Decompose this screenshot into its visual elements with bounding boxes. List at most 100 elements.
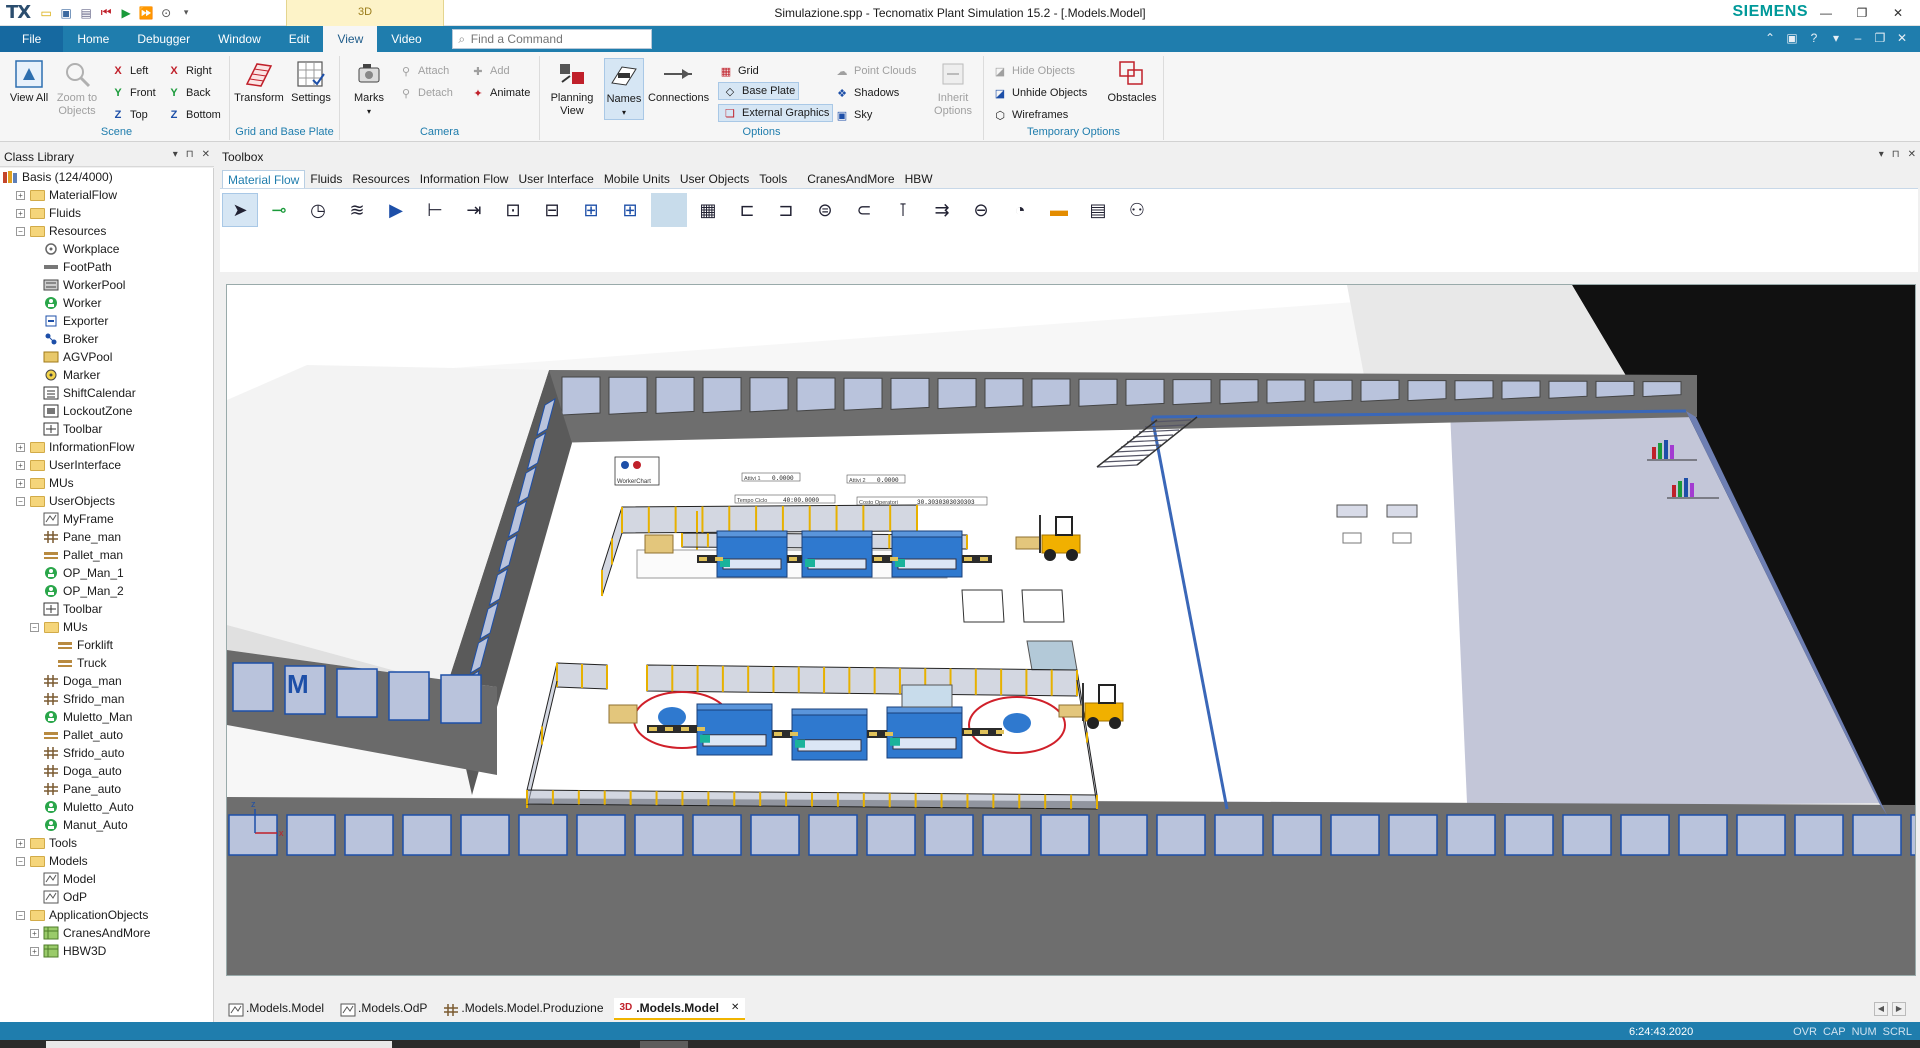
tree-item-truck[interactable]: Truck	[44, 654, 107, 672]
tree-item-marker[interactable]: Marker	[30, 366, 100, 384]
grid-option-button[interactable]: ▦ Grid	[718, 62, 759, 80]
worker-chart-sign[interactable]: WorkerChart	[614, 456, 660, 486]
command-search-input[interactable]	[470, 32, 641, 46]
tree-item-fluids[interactable]: + Fluids	[16, 204, 81, 222]
interface-icon[interactable]: ▶	[378, 193, 414, 227]
hide-objects-button[interactable]: ◪ Hide Objects	[992, 62, 1075, 80]
tree-item-agvpool[interactable]: AGVPool	[30, 348, 112, 366]
new-icon[interactable]: ▭	[38, 5, 54, 21]
tree-item-models[interactable]: − Models	[16, 852, 88, 870]
expand-icon[interactable]: +	[30, 946, 39, 956]
collapse-ribbon-icon[interactable]: ⌃	[1762, 30, 1778, 46]
tree-item-forklift[interactable]: Forklift	[44, 636, 113, 654]
tree-item-sfrido-man[interactable]: Sfrido_man	[30, 690, 124, 708]
names-button[interactable]: Names ▾	[604, 58, 644, 120]
wireframes-button[interactable]: ⬡ Wireframes	[992, 106, 1068, 124]
external-graphics-button[interactable]: ❏ External Graphics	[718, 104, 834, 122]
collapse-icon[interactable]: −	[30, 622, 39, 632]
attach-button[interactable]: ⚲ Attach	[398, 62, 449, 80]
drain-icon[interactable]: ⇥	[456, 193, 492, 227]
minimize-icon[interactable]: —	[1808, 0, 1844, 26]
toolbox-tab-fluids[interactable]: Fluids	[305, 170, 347, 188]
tree-item-pallet-man[interactable]: Pallet_man	[30, 546, 123, 564]
top-view-button[interactable]: Z Top	[110, 106, 148, 124]
left-view-button[interactable]: X Left	[110, 62, 148, 80]
tree-item-hbw3d[interactable]: + HBW3D	[30, 942, 106, 960]
tree-item-shiftcalendar[interactable]: ShiftCalendar	[30, 384, 136, 402]
step-icon[interactable]: ⊙	[158, 5, 174, 21]
hierarchy-icon[interactable]: ⚇	[1119, 193, 1155, 227]
expand-icon[interactable]: +	[30, 928, 39, 938]
unhide-objects-button[interactable]: ◪ Unhide Objects	[992, 84, 1087, 102]
tree-item-broker[interactable]: Broker	[30, 330, 98, 348]
line-icon[interactable]: ⊂	[846, 193, 882, 227]
expand-icon[interactable]: +	[16, 460, 25, 470]
dismantle-icon[interactable]: ⊞	[612, 193, 648, 227]
monitor-icon[interactable]: ▣	[1784, 30, 1800, 46]
sky-button[interactable]: ▣ Sky	[834, 106, 873, 124]
tree-item-materialflow[interactable]: + MaterialFlow	[16, 186, 117, 204]
panel-menu-icon[interactable]: ▾	[173, 149, 178, 160]
toolbox-tab-information-flow[interactable]: Information Flow	[415, 170, 514, 188]
tree-item-worker[interactable]: Worker	[30, 294, 101, 312]
placebuffer-icon[interactable]: ⊐	[768, 193, 804, 227]
reset-icon[interactable]: ⏮	[98, 5, 114, 21]
parallelproc-icon[interactable]: ⊟	[534, 193, 570, 227]
tree-item-op-man-1[interactable]: OP_Man_1	[30, 564, 124, 582]
track-icon[interactable]: ⇉	[924, 193, 960, 227]
tree-item-pane-auto[interactable]: Pane_auto	[30, 780, 121, 798]
point-clouds-button[interactable]: ☁ Point Clouds	[834, 62, 917, 80]
obstacles-button[interactable]: Obstacles	[1104, 58, 1160, 105]
save-icon[interactable]: ▣	[58, 5, 74, 21]
tab-view[interactable]: View	[323, 26, 378, 52]
shadows-button[interactable]: ❖ Shadows	[834, 84, 899, 102]
restore-icon[interactable]: ❐	[1844, 0, 1880, 26]
front-view-button[interactable]: Y Front	[110, 84, 155, 102]
detach-button[interactable]: ⚲ Detach	[398, 84, 453, 102]
turnplate-icon[interactable]: ◔	[1002, 193, 1038, 227]
tree-item-muletto-auto[interactable]: Muletto_Auto	[30, 798, 134, 816]
frame-icon[interactable]: ≋	[339, 193, 375, 227]
help-icon[interactable]: ?	[1806, 30, 1822, 46]
close-icon[interactable]: ✕	[1880, 0, 1916, 26]
tree-item-resources[interactable]: − Resources	[16, 222, 106, 240]
document-tab[interactable]: .Models.OdP	[334, 998, 433, 1020]
angular-converter-icon[interactable]: ⊺	[885, 193, 921, 227]
tree-item-applicationobjects[interactable]: − ApplicationObjects	[16, 906, 148, 924]
panel-close-icon[interactable]: ✕	[202, 149, 210, 160]
connections-button[interactable]: Connections	[648, 58, 709, 105]
toolbox-tab-tools[interactable]: Tools	[754, 170, 792, 188]
tree-item-informationflow[interactable]: + InformationFlow	[16, 438, 134, 456]
factory-scene[interactable]: M WorkerChart Attivi 1 0.0000 Attivi 2 0…	[227, 285, 1916, 976]
tree-item-muletto-man[interactable]: Muletto_Man	[30, 708, 132, 726]
source-icon[interactable]: ⊢	[417, 193, 453, 227]
ribbon-close-icon[interactable]: ✕	[1894, 30, 1910, 46]
inherit-options-button[interactable]: Inherit Options	[928, 58, 978, 118]
scroll-left-icon[interactable]: ◀	[1874, 1002, 1888, 1016]
back-view-button[interactable]: Y Back	[166, 84, 210, 102]
right-view-button[interactable]: X Right	[166, 62, 211, 80]
tree-item-userobjects[interactable]: − UserObjects	[16, 492, 115, 510]
collapse-icon[interactable]: −	[16, 496, 25, 506]
shiftcalendar-icon[interactable]	[651, 193, 687, 227]
expand-icon[interactable]: +	[16, 838, 25, 848]
tree-item-tools[interactable]: + Tools	[16, 834, 77, 852]
start-stop-icon[interactable]: ▶	[118, 5, 134, 21]
panel-pin-icon[interactable]: ⊓	[186, 149, 194, 160]
view-all-button[interactable]: View All	[6, 58, 52, 105]
connector-icon[interactable]: ⊸	[261, 193, 297, 227]
toolbox-tab-material-flow[interactable]: Material Flow	[222, 170, 306, 188]
save-as-icon[interactable]: ▤	[78, 5, 94, 21]
sorter-icon[interactable]: ⊜	[807, 193, 843, 227]
pin-icon[interactable]: ▾	[1828, 30, 1844, 46]
document-tab[interactable]: 3D .Models.Model ✕	[613, 998, 746, 1020]
toolbox-menu-icon[interactable]: ▾	[1879, 149, 1884, 160]
transfer-station-icon[interactable]: ▬	[1041, 193, 1077, 227]
singleproc-icon[interactable]: ⊡	[495, 193, 531, 227]
3d-viewport[interactable]: M WorkerChart Attivi 1 0.0000 Attivi 2 0…	[226, 284, 1916, 976]
ribbon-restore-icon[interactable]: ❐	[1872, 30, 1888, 46]
base-plate-button[interactable]: ◇ Base Plate	[718, 82, 800, 100]
tab-home[interactable]: Home	[63, 26, 123, 52]
marks-button[interactable]: Marks ▾	[346, 58, 392, 118]
zoom-to-objects-button[interactable]: Zoom to Objects	[54, 58, 100, 118]
